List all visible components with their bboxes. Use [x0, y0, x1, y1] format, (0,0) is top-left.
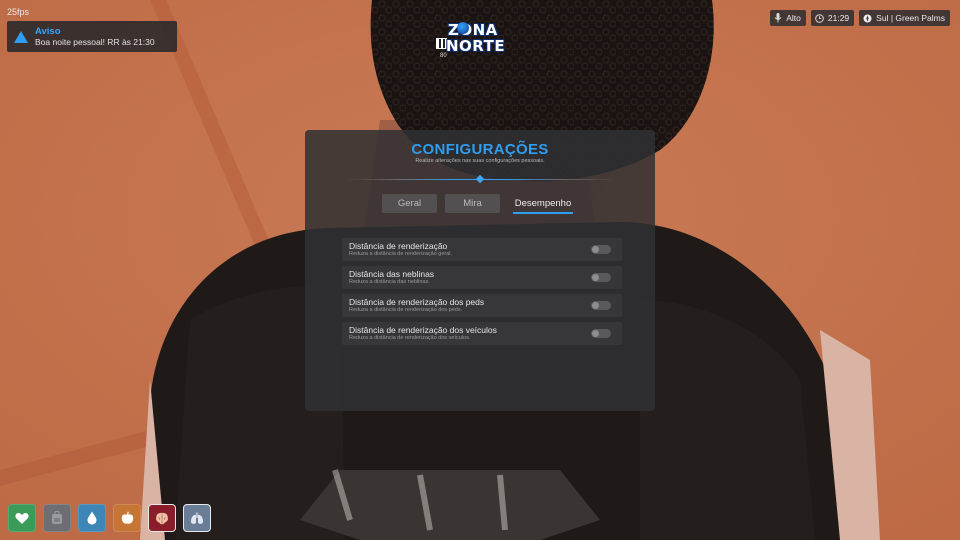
tab-geral[interactable]: Geral: [382, 194, 437, 213]
option-description: Reduza a distância de renderização dos v…: [349, 335, 471, 341]
brain-icon: [148, 504, 176, 532]
option-vehicles-distance: Distância de renderização dos veículos R…: [342, 322, 622, 345]
notification-title: Aviso: [35, 25, 61, 37]
divider-diamond-icon: [475, 174, 485, 184]
top-right-hud: Alto 21:29 Sul | Green Palms: [770, 10, 950, 26]
clock-icon: [815, 13, 824, 23]
vehicles-distance-toggle[interactable]: [591, 329, 611, 338]
warning-triangle-icon: [7, 30, 35, 43]
option-label: Distância de renderização: [349, 241, 448, 251]
option-fog-distance: Distância das neblinas Reduza a distânci…: [342, 266, 622, 289]
time-chip: 21:29: [810, 10, 855, 26]
compass-icon: [863, 14, 872, 23]
player-status-bar: [8, 504, 211, 532]
microphone-icon: [774, 13, 782, 23]
fog-distance-toggle[interactable]: [591, 273, 611, 282]
lungs-icon: [183, 504, 211, 532]
settings-panel: CONFIGURAÇÕES Realize alterações nas sua…: [305, 130, 655, 411]
server-logo: ZONA NORTE 80: [434, 18, 518, 62]
settings-subtitle: Realize alterações nas suas configuraçõe…: [415, 158, 545, 164]
settings-tabs: Geral Mira Desempenho: [305, 194, 655, 214]
notification-message: Boa noite pessoal! RR às 21:30: [35, 36, 155, 47]
drop-icon: [78, 504, 106, 532]
option-render-distance: Distância de renderização Reduza a distâ…: [342, 238, 622, 261]
option-label: Distância de renderização dos veículos: [349, 325, 497, 335]
option-peds-distance: Distância de renderização dos peds Reduz…: [342, 294, 622, 317]
logo-line-2: NORTE: [446, 37, 506, 55]
tab-desempenho[interactable]: Desempenho: [508, 194, 578, 214]
location-chip: Sul | Green Palms: [859, 10, 950, 26]
peds-distance-toggle[interactable]: [591, 301, 611, 310]
tab-mira[interactable]: Mira: [445, 194, 500, 213]
heart-icon: [8, 504, 36, 532]
settings-title: CONFIGURAÇÕES: [411, 141, 549, 158]
game-time: 21:29: [827, 13, 850, 23]
backpack-icon: [43, 504, 71, 532]
option-label: Distância das neblinas: [349, 269, 435, 279]
fps-counter: 25fps: [7, 7, 30, 17]
option-label: Distância de renderização dos peds: [349, 297, 485, 307]
location-text: Sul | Green Palms: [876, 13, 945, 23]
voice-level: Alto: [786, 13, 801, 23]
option-description: Reduza a distância de renderização dos p…: [349, 307, 463, 313]
settings-options-list: Distância de renderização Reduza a distâ…: [342, 238, 622, 350]
render-distance-toggle[interactable]: [591, 245, 611, 254]
logo-sub: 80: [440, 53, 447, 59]
voice-chip: Alto: [770, 10, 806, 26]
notification-toast: Aviso Boa noite pessoal! RR às 21:30: [7, 21, 177, 52]
option-description: Reduza a distância de renderização geral…: [349, 251, 453, 257]
option-description: Reduza a distância das neblinas.: [349, 279, 430, 285]
apple-icon: [113, 504, 141, 532]
globe-icon: [457, 22, 469, 34]
